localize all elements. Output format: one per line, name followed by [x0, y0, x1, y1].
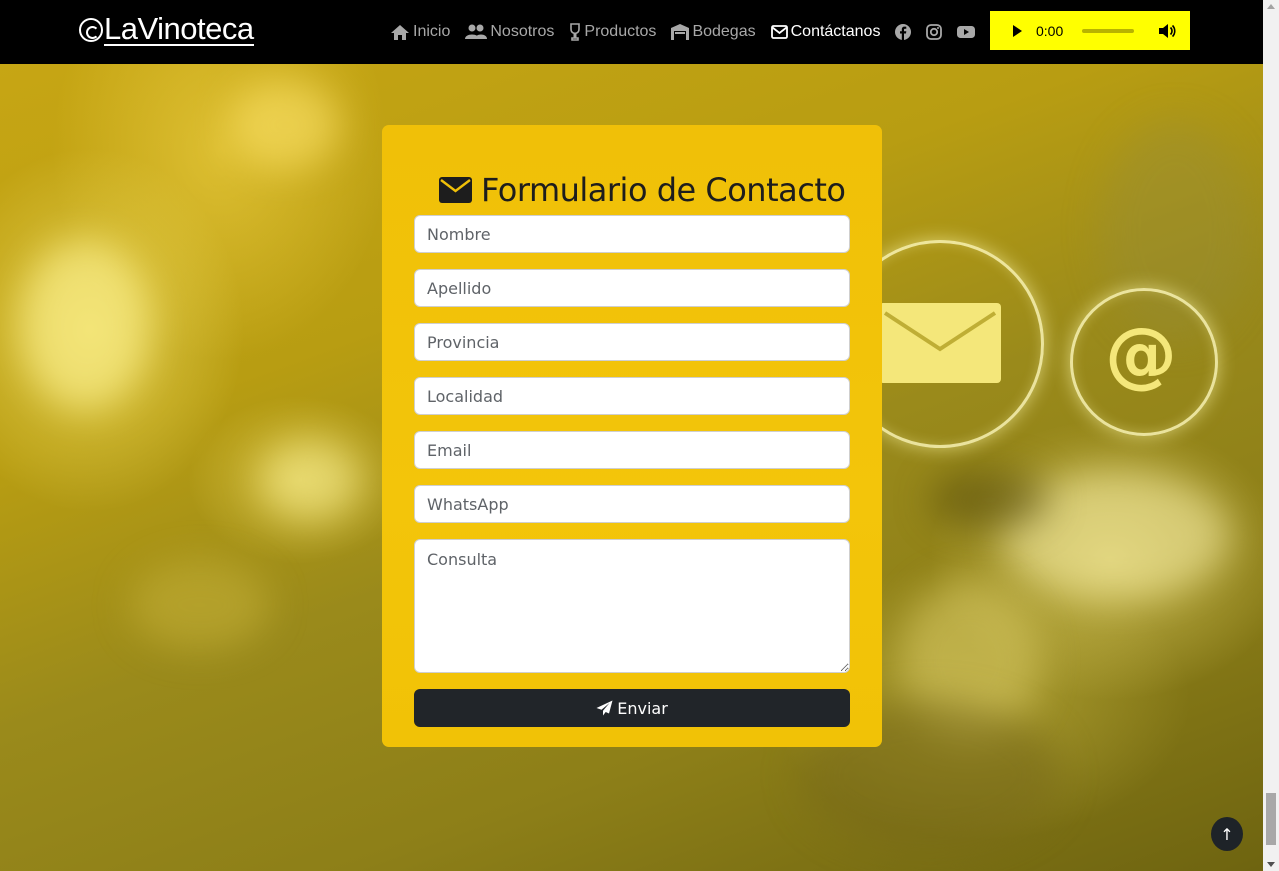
- youtube-icon[interactable]: [957, 25, 976, 39]
- apellido-field[interactable]: [414, 269, 850, 307]
- audio-progress-slider[interactable]: [1082, 28, 1134, 33]
- page-scrollbar[interactable]: [1263, 0, 1279, 871]
- nav-item-productos[interactable]: Productos: [569, 23, 656, 41]
- scroll-down-icon[interactable]: [1267, 862, 1275, 867]
- home-icon: [391, 24, 409, 40]
- nav-item-label: Contáctanos: [790, 23, 881, 40]
- consulta-field[interactable]: [414, 539, 850, 673]
- warehouse-icon: [671, 24, 690, 40]
- main-nav: Inicio Nosotros Productos Bodegas Contác…: [390, 20, 990, 44]
- nav-item-inicio[interactable]: Inicio: [390, 23, 450, 41]
- paper-plane-icon: [596, 700, 613, 716]
- form-title-text: Formulario de Contacto: [481, 171, 846, 209]
- brand-swirl-icon: [79, 18, 103, 42]
- form-title: Formulario de Contacto: [439, 171, 846, 209]
- scrollbar-thumb[interactable]: [1266, 793, 1276, 845]
- email-field[interactable]: [414, 431, 850, 469]
- brand-logo[interactable]: LaVinoteca: [79, 12, 254, 48]
- users-icon: [465, 24, 488, 39]
- top-navbar: LaVinoteca Inicio Nosotros Productos Bod…: [0, 0, 1263, 64]
- whatsapp-field[interactable]: [414, 485, 850, 523]
- provincia-field[interactable]: [414, 323, 850, 361]
- nav-item-label: Productos: [584, 23, 657, 40]
- volume-icon[interactable]: [1158, 23, 1176, 39]
- nav-item-label: Inicio: [413, 23, 451, 40]
- instagram-icon[interactable]: [926, 24, 943, 40]
- enviar-label: Enviar: [617, 698, 668, 718]
- localidad-field[interactable]: [414, 377, 850, 415]
- envelope-decoration-icon: [879, 303, 1001, 383]
- nav-item-contactanos[interactable]: Contáctanos: [770, 23, 881, 41]
- back-to-top-button[interactable]: ↑: [1211, 817, 1243, 851]
- at-sign-decoration-icon: @: [1105, 312, 1177, 396]
- envelope-icon: [439, 177, 472, 203]
- wine-glass-icon: [570, 23, 581, 41]
- arrow-up-icon: ↑: [1220, 824, 1234, 844]
- scroll-up-icon[interactable]: [1267, 4, 1275, 9]
- enviar-button[interactable]: Enviar: [414, 689, 850, 727]
- nav-item-bodegas[interactable]: Bodegas: [671, 23, 756, 41]
- audio-player: 0:00: [990, 11, 1190, 50]
- contact-form-card: Formulario de Contacto Enviar: [382, 125, 882, 747]
- play-icon[interactable]: [1011, 24, 1023, 38]
- brand-name: LaVinoteca: [104, 11, 254, 46]
- nav-item-label: Nosotros: [490, 23, 555, 40]
- nombre-field[interactable]: [414, 215, 850, 253]
- audio-time: 0:00: [1036, 22, 1064, 39]
- nav-item-label: Bodegas: [692, 23, 756, 40]
- facebook-icon[interactable]: [895, 24, 912, 40]
- envelope-icon: [770, 25, 788, 39]
- social-links: [895, 24, 990, 40]
- nav-item-nosotros[interactable]: Nosotros: [465, 23, 554, 41]
